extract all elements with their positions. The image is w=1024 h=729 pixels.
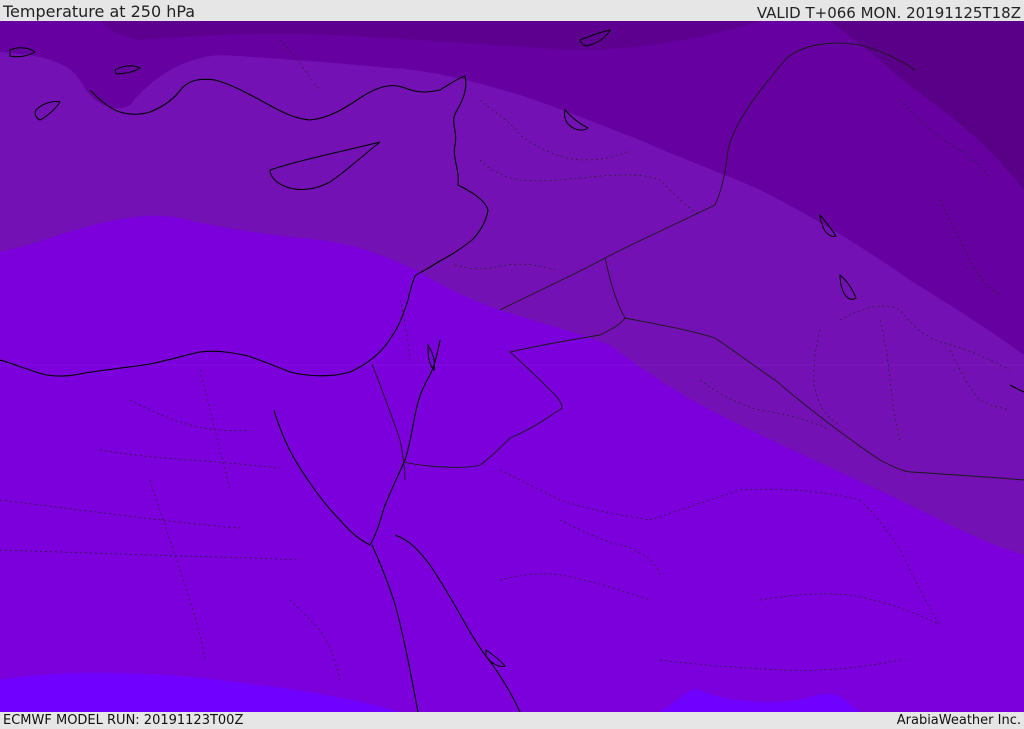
map-canvas <box>0 21 1024 712</box>
valid-time-label: VALID T+066 MON. 20191125T18Z <box>756 4 1021 21</box>
model-run-label: ECMWF MODEL RUN: 20191123T00Z <box>3 713 244 728</box>
map-footer: ECMWF MODEL RUN: 20191123T00Z ArabiaWeat… <box>0 712 1024 729</box>
map-title: Temperature at 250 hPa <box>3 2 196 21</box>
map-header: Temperature at 250 hPa VALID T+066 MON. … <box>0 0 1024 21</box>
credit-label: ArabiaWeather Inc. <box>896 713 1021 728</box>
weather-map <box>0 21 1024 712</box>
